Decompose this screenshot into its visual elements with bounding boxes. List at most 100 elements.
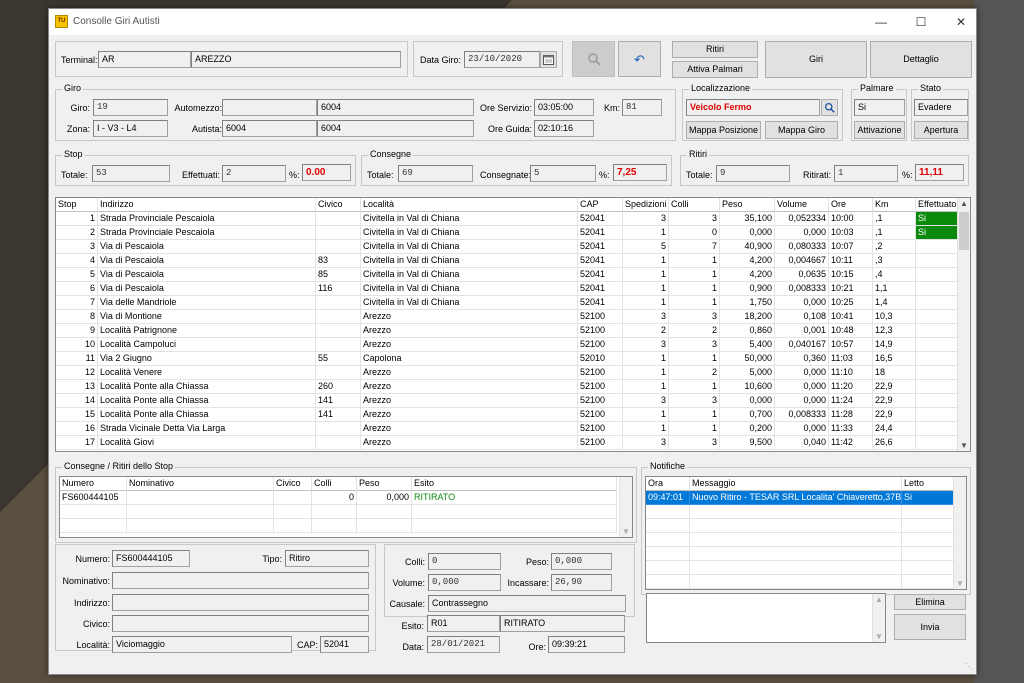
terminal-name-field[interactable]: AREZZO — [191, 51, 401, 68]
calendar-icon[interactable] — [540, 51, 557, 68]
table-row[interactable]: 16 Strada Vicinale Detta Via Larga Arezzo 5… — [56, 422, 970, 436]
empty-row[interactable] — [646, 505, 966, 519]
data-giro-field[interactable]: 23/10/2020 — [464, 51, 540, 68]
table-row[interactable]: 15 Località Ponte alla Chiassa 141 Arezzo 52… — [56, 408, 970, 422]
header-localita[interactable]: Località — [361, 198, 578, 212]
header-km[interactable]: Km — [873, 198, 916, 212]
header-esito[interactable]: Esito — [412, 477, 617, 491]
table-row[interactable]: 17 Località Giovi Arezzo 52100 3 3 9,500 0,040 1… — [56, 436, 970, 450]
header-ora[interactable]: Ora — [646, 477, 690, 491]
volume-field[interactable]: 0,000 — [428, 574, 501, 591]
header-spedizioni[interactable]: Spedizioni — [623, 198, 669, 212]
automezzo-code-field[interactable] — [222, 99, 317, 116]
peso-field[interactable]: 0,000 — [551, 553, 612, 570]
incassare-field[interactable]: 26,90 — [551, 574, 612, 591]
automezzo-field[interactable]: 6004 — [317, 99, 474, 116]
empty-row[interactable] — [646, 533, 966, 547]
numero-field[interactable]: FS600444105 — [112, 550, 190, 567]
mappa-giro-button[interactable]: Mappa Giro — [765, 121, 838, 139]
locate-button[interactable] — [821, 99, 838, 116]
header-stop[interactable]: Stop — [56, 198, 98, 212]
header-civico[interactable]: Civico — [316, 198, 361, 212]
refresh-button[interactable]: ↶ — [618, 41, 661, 77]
table-row[interactable]: 3 Via di Pescaiola Civitella in Val di Chi… — [56, 240, 970, 254]
table-row[interactable]: 4 Via di Pescaiola 83 Civitella in Val di C… — [56, 254, 970, 268]
scroll-down-icon[interactable]: ▼ — [875, 632, 883, 641]
table-row[interactable]: 5 Via di Pescaiola 85 Civitella in Val di C… — [56, 268, 970, 282]
table-row[interactable]: FS600444105 0 0,000 RITIRATO — [60, 491, 632, 505]
header-colli[interactable]: Colli — [669, 198, 720, 212]
empty-row[interactable] — [646, 561, 966, 575]
header-ore[interactable]: Ore — [829, 198, 873, 212]
invia-button[interactable]: Invia — [894, 614, 966, 640]
notifiche-scrollbar[interactable]: ▼ — [953, 477, 966, 589]
header-cap[interactable]: CAP — [578, 198, 623, 212]
civico-field[interactable] — [112, 615, 369, 632]
scroll-thumb[interactable] — [959, 212, 969, 250]
table-row[interactable]: 1 Strada Provinciale Pescaiola Civitella i… — [56, 212, 970, 226]
header-peso[interactable]: Peso — [720, 198, 775, 212]
message-textarea[interactable]: ▲ ▼ — [646, 593, 886, 643]
ritiri-button[interactable]: Ritiri — [672, 41, 758, 58]
empty-row[interactable] — [646, 575, 966, 589]
stops-scrollbar[interactable]: ▲ ▼ — [957, 198, 970, 451]
notification-row[interactable]: 09:47:01 Nuovo Ritiro - TESAR SRL Localit… — [646, 491, 966, 505]
stato-field[interactable]: Evadere — [914, 99, 968, 116]
header-indirizzo[interactable]: Indirizzo — [98, 198, 316, 212]
close-icon[interactable]: ✕ — [951, 13, 971, 31]
localita-field[interactable]: Viciomaggio — [112, 636, 292, 653]
apertura-button[interactable]: Apertura — [914, 121, 968, 139]
tipo-field[interactable]: Ritiro — [285, 550, 369, 567]
cap-field[interactable]: 52041 — [320, 636, 369, 653]
table-row[interactable]: 7 Via delle Mandriole Civitella in Val di … — [56, 296, 970, 310]
terminal-code-field[interactable]: AR — [98, 51, 191, 68]
table-row[interactable]: 12 Località Venere Arezzo 52100 1 2 5,000 0,000… — [56, 366, 970, 380]
dettaglio-button[interactable]: Dettaglio — [870, 41, 972, 78]
stop-totale-field[interactable]: 53 — [92, 165, 170, 182]
maximize-icon[interactable]: ☐ — [911, 13, 931, 31]
table-row[interactable] — [60, 519, 632, 533]
ore-servizio-field[interactable]: 03:05:00 — [534, 99, 594, 116]
table-row[interactable]: 6 Via di Pescaiola 116 Civitella in Val di … — [56, 282, 970, 296]
nominativo-field[interactable] — [112, 572, 369, 589]
scroll-down-icon[interactable]: ▼ — [960, 441, 968, 450]
header-civico[interactable]: Civico — [274, 477, 312, 491]
table-row[interactable]: 14 Località Ponte alla Chiassa 141 Arezzo 52… — [56, 394, 970, 408]
data-field[interactable]: 28/01/2021 — [427, 636, 500, 653]
table-row[interactable]: 8 Via di Montione Arezzo 52100 3 3 18,200 0,108… — [56, 310, 970, 324]
palmare-field[interactable]: Si — [854, 99, 905, 116]
autista-field[interactable]: 6004 — [317, 120, 474, 137]
esito-code-field[interactable]: R01 — [427, 615, 500, 632]
indirizzo-field[interactable] — [112, 594, 369, 611]
attivazione-button[interactable]: Attivazione — [854, 121, 905, 139]
causale-field[interactable]: Contrassegno — [428, 595, 626, 612]
header-letto[interactable]: Letto — [902, 477, 954, 491]
title-bar[interactable]: TU Consolle Giri Autisti — ☐ ✕ — [49, 9, 976, 35]
scroll-down-icon[interactable]: ▼ — [956, 579, 964, 588]
search-button[interactable] — [572, 41, 615, 77]
elimina-button[interactable]: Elimina — [894, 594, 966, 610]
header-messaggio[interactable]: Messaggio — [690, 477, 902, 491]
ritiri-totale-field[interactable]: 9 — [716, 165, 790, 182]
header-nominativo[interactable]: Nominativo — [127, 477, 274, 491]
table-row[interactable]: 9 Località Patrignone Arezzo 52100 2 2 0,860 0,… — [56, 324, 970, 338]
mappa-posizione-button[interactable]: Mappa Posizione — [686, 121, 761, 139]
esito-field[interactable]: RITIRATO — [500, 615, 625, 632]
zona-field[interactable]: I - V3 - L4 — [93, 120, 168, 137]
resize-grip-icon[interactable]: ⋱ — [965, 662, 973, 671]
header-numero[interactable]: Numero — [60, 477, 127, 491]
consegne-ritiri-scrollbar[interactable]: ▼ — [619, 477, 632, 537]
message-scrollbar[interactable]: ▲ ▼ — [872, 594, 885, 642]
stop-effettuati-field[interactable]: 2 — [222, 165, 286, 182]
giri-button[interactable]: Giri — [765, 41, 867, 78]
header-volume[interactable]: Volume — [775, 198, 829, 212]
ore-field[interactable]: 09:39:21 — [548, 636, 625, 653]
empty-row[interactable] — [646, 519, 966, 533]
ritirati-field[interactable]: 1 — [834, 165, 898, 182]
colli-field[interactable]: 0 — [428, 553, 501, 570]
giro-field[interactable]: 19 — [93, 99, 168, 116]
km-field[interactable]: 81 — [622, 99, 662, 116]
attiva-palmari-button[interactable]: Attiva Palmari — [672, 61, 758, 78]
autista-code-field[interactable]: 6004 — [222, 120, 317, 137]
table-row[interactable] — [60, 505, 632, 519]
